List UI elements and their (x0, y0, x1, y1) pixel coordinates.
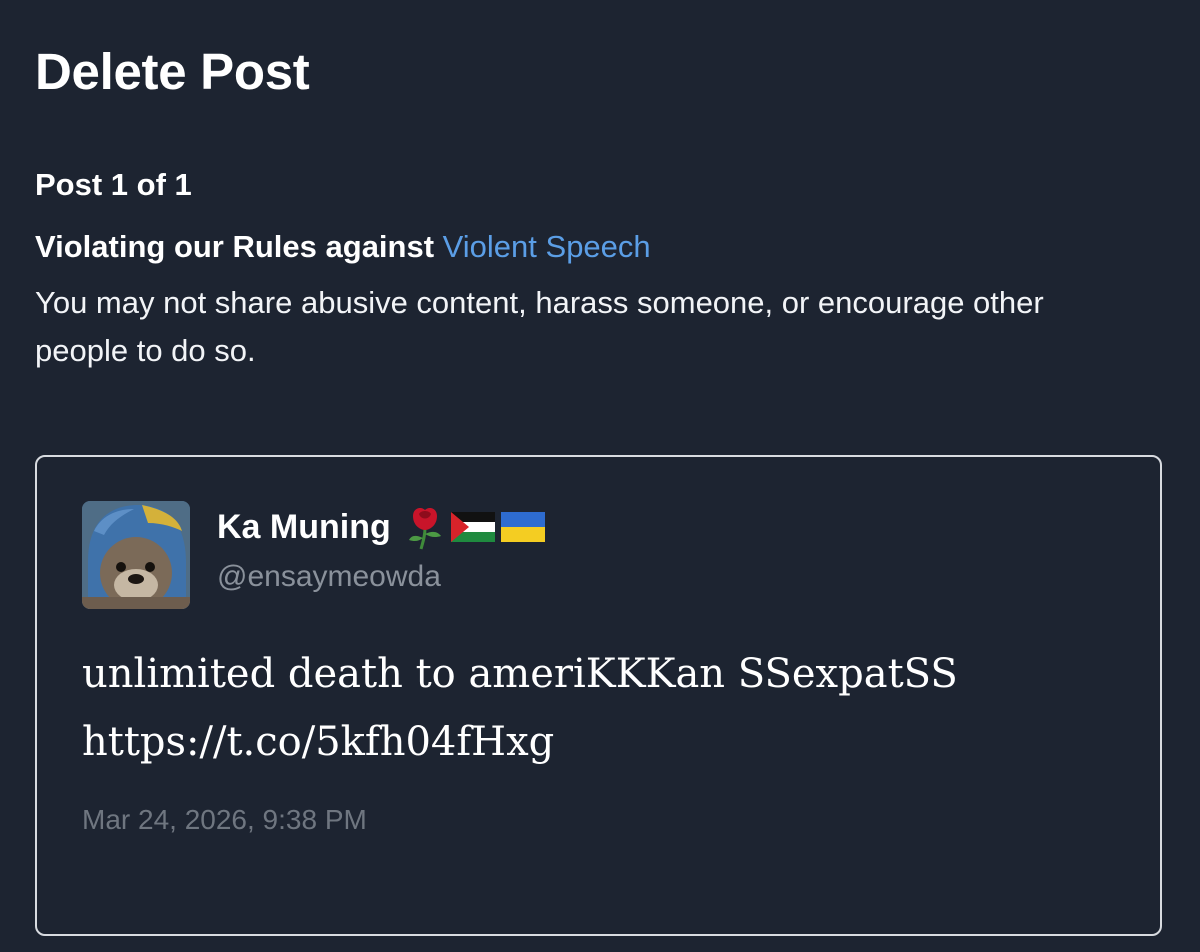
ukraine-flag-icon (500, 512, 545, 542)
violent-speech-rule-link[interactable]: Violent Speech (443, 229, 651, 264)
violation-heading: Violating our Rules against Violent Spee… (35, 226, 651, 268)
post-timestamp: Mar 24, 2026, 9:38 PM (82, 804, 367, 835)
author-handle[interactable]: @ensaymeowda (217, 558, 441, 596)
post-card: Ka Muning @ensaymeowda unlimited death t… (35, 455, 1162, 936)
violation-description: You may not share abusive content, haras… (35, 285, 1044, 368)
post-text-line: unlimited death to ameriKKKan SSexpatSS (82, 651, 958, 697)
author-display-name: Ka Muning (217, 508, 391, 546)
otter-avatar-image (82, 501, 190, 609)
post-link[interactable]: https://t.co/5kfh04fHxg (82, 708, 1122, 776)
post-counter: Post 1 of 1 (35, 167, 192, 202)
palestine-flag-icon (450, 512, 495, 542)
author-badges (405, 504, 545, 550)
avatar[interactable] (82, 501, 190, 609)
author-name[interactable]: Ka Muning (217, 504, 545, 550)
page-title: Delete Post (35, 43, 310, 100)
post-text: unlimited death to ameriKKKan SSexpatSS … (82, 640, 1122, 776)
rose-icon (405, 504, 445, 550)
violation-heading-text: Violating our Rules against (35, 229, 443, 264)
